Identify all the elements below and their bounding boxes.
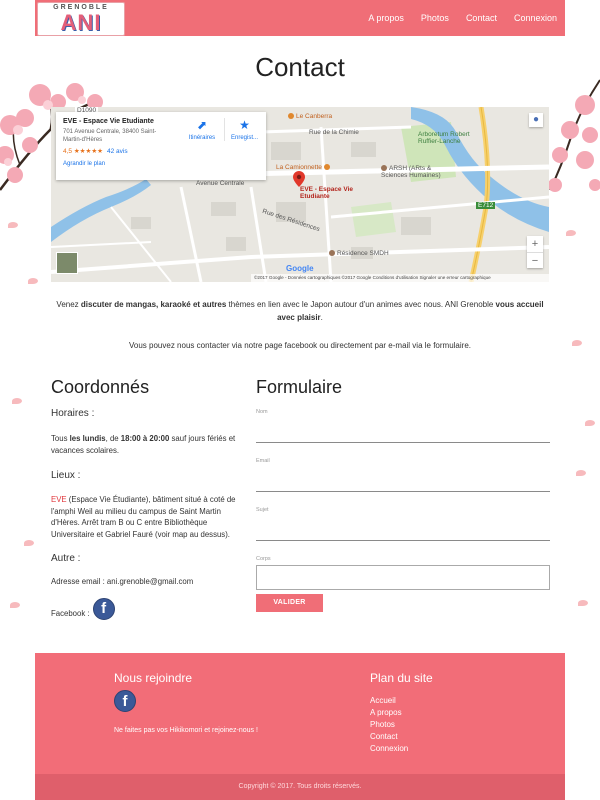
nom-label: Nom bbox=[256, 409, 268, 415]
map-enlarge-link[interactable]: Agrandir le plan bbox=[63, 161, 259, 167]
petal-decoration bbox=[24, 540, 34, 546]
footer-link-contact[interactable]: Contact bbox=[370, 732, 398, 741]
map-attribution: ©2017 Google - Données cartographiques ©… bbox=[251, 274, 549, 282]
map-card-reviews-link[interactable]: 42 avis bbox=[107, 148, 128, 155]
footer-link-photos[interactable]: Photos bbox=[370, 720, 395, 729]
map-directions-button[interactable]: ⬈ Itinéraires bbox=[182, 118, 222, 141]
footer-link-accueil[interactable]: Accueil bbox=[370, 696, 396, 705]
email-text: Adresse email : ani.grenoble@gmail.com bbox=[51, 577, 194, 586]
petal-decoration bbox=[28, 278, 38, 284]
map-label-residence: Résidence SMDH bbox=[329, 250, 389, 257]
intro-paragraph: Venez discuter de mangas, karaoké et aut… bbox=[56, 300, 544, 322]
lieux-label: Lieux : bbox=[51, 470, 81, 481]
nav-link-a-propos[interactable]: A propos bbox=[368, 13, 404, 23]
footer-join-text: Ne faites pas vos Hikikomori et rejoinez… bbox=[114, 727, 258, 734]
contact-paragraph: Vous pouvez nous contacter via notre pag… bbox=[129, 341, 471, 350]
navbar: GRENOBLE ANI A propos Photos Contact Con… bbox=[35, 0, 565, 36]
directions-label: Itinéraires bbox=[188, 135, 216, 141]
map-label-canberra: Le Canberra bbox=[288, 113, 332, 120]
petal-decoration bbox=[566, 230, 576, 236]
save-label: Enregist... bbox=[230, 135, 258, 141]
corps-textarea[interactable] bbox=[256, 565, 550, 590]
sujet-field[interactable] bbox=[256, 540, 550, 541]
horaires-text: Tous les lundis, de 18:00 à 20:00 sauf j… bbox=[51, 434, 236, 455]
map-save-button[interactable]: ★ Enregist... bbox=[224, 118, 264, 141]
email-label: Email bbox=[256, 458, 270, 464]
map-card-rating: 4,5 ★★★★★ 42 avis bbox=[63, 148, 128, 155]
google-logo: Google bbox=[286, 264, 314, 273]
horaires-label: Horaires : bbox=[51, 408, 95, 419]
petal-decoration bbox=[578, 600, 588, 606]
site-logo[interactable]: GRENOBLE ANI bbox=[37, 2, 125, 36]
map-label-arsh: ARSH (ARts & Sciences Humaines) bbox=[381, 165, 441, 179]
map-card-address: 701 Avenue Centrale, 38400 Saint-Martin-… bbox=[63, 129, 157, 143]
facebook-row: Facebook : f bbox=[51, 597, 247, 620]
map-label-camionnette: La Camionnette bbox=[276, 164, 332, 171]
satellite-toggle[interactable] bbox=[56, 252, 78, 274]
lieux-text: EVE (Espace Vie Étudiante), bâtiment sit… bbox=[51, 495, 236, 539]
petal-decoration bbox=[8, 222, 18, 228]
facebook-icon[interactable]: f bbox=[92, 597, 115, 620]
map-place-card: EVE - Espace Vie Etudiante 701 Avenue Ce… bbox=[56, 112, 266, 180]
map-zoom-controls: + − bbox=[527, 236, 543, 268]
google-map[interactable]: Le Canberra Rue de la Chimie Arboretum R… bbox=[51, 107, 549, 282]
nav-link-photos[interactable]: Photos bbox=[421, 13, 449, 23]
nav-link-contact[interactable]: Contact bbox=[466, 13, 497, 23]
footer-join-title: Nous rejoindre bbox=[114, 671, 193, 685]
map-label-rue-chimie: Rue de la Chimie bbox=[309, 129, 359, 136]
map-marker-icon[interactable] bbox=[293, 171, 305, 187]
coords-title: Coordonnés bbox=[51, 377, 150, 397]
street-view-icon[interactable]: ● bbox=[529, 113, 543, 127]
footer-facebook-icon[interactable]: f bbox=[114, 690, 136, 712]
map-label-e712: E712 bbox=[476, 202, 496, 209]
nav-menu: A propos Photos Contact Connexion bbox=[368, 0, 557, 36]
sujet-label: Sujet bbox=[256, 507, 269, 513]
footer-link-connexion[interactable]: Connexion bbox=[370, 744, 408, 753]
footer-link-a-propos[interactable]: A propos bbox=[370, 708, 402, 717]
nom-field[interactable] bbox=[256, 442, 550, 443]
map-label-avenue-centrale: Avenue Centrale bbox=[196, 180, 245, 187]
form-title: Formulaire bbox=[256, 377, 343, 397]
email-field[interactable] bbox=[256, 491, 550, 492]
star-icon: ★ bbox=[239, 118, 250, 132]
petal-decoration bbox=[12, 398, 22, 404]
submit-button[interactable]: VALIDER bbox=[256, 594, 323, 612]
coords-section: Horaires : Tous les lundis, de 18:00 à 2… bbox=[51, 408, 247, 620]
autre-label: Autre : bbox=[51, 553, 81, 564]
nav-link-connexion[interactable]: Connexion bbox=[514, 13, 557, 23]
map-label-arboretum: Arboretum Robert Ruffier-Lanche bbox=[418, 131, 470, 145]
directions-icon: ⬈ bbox=[196, 118, 208, 132]
petal-decoration bbox=[576, 470, 586, 476]
facebook-label: Facebook : bbox=[51, 609, 90, 618]
zoom-in-button[interactable]: + bbox=[527, 236, 543, 252]
page-title: Contact bbox=[255, 52, 345, 82]
petal-decoration bbox=[10, 602, 20, 608]
copyright-text: Copyright © 2017. Tous droits réservés. bbox=[238, 783, 362, 790]
logo-title: ANI bbox=[60, 10, 102, 35]
map-label-eve: EVE - Espace Vie Etudiante bbox=[300, 186, 353, 200]
footer-plan-title: Plan du site bbox=[370, 671, 433, 685]
corps-label: Corps bbox=[256, 556, 271, 562]
zoom-out-button[interactable]: − bbox=[527, 252, 543, 268]
petal-decoration bbox=[572, 340, 582, 346]
petal-decoration bbox=[585, 420, 595, 426]
